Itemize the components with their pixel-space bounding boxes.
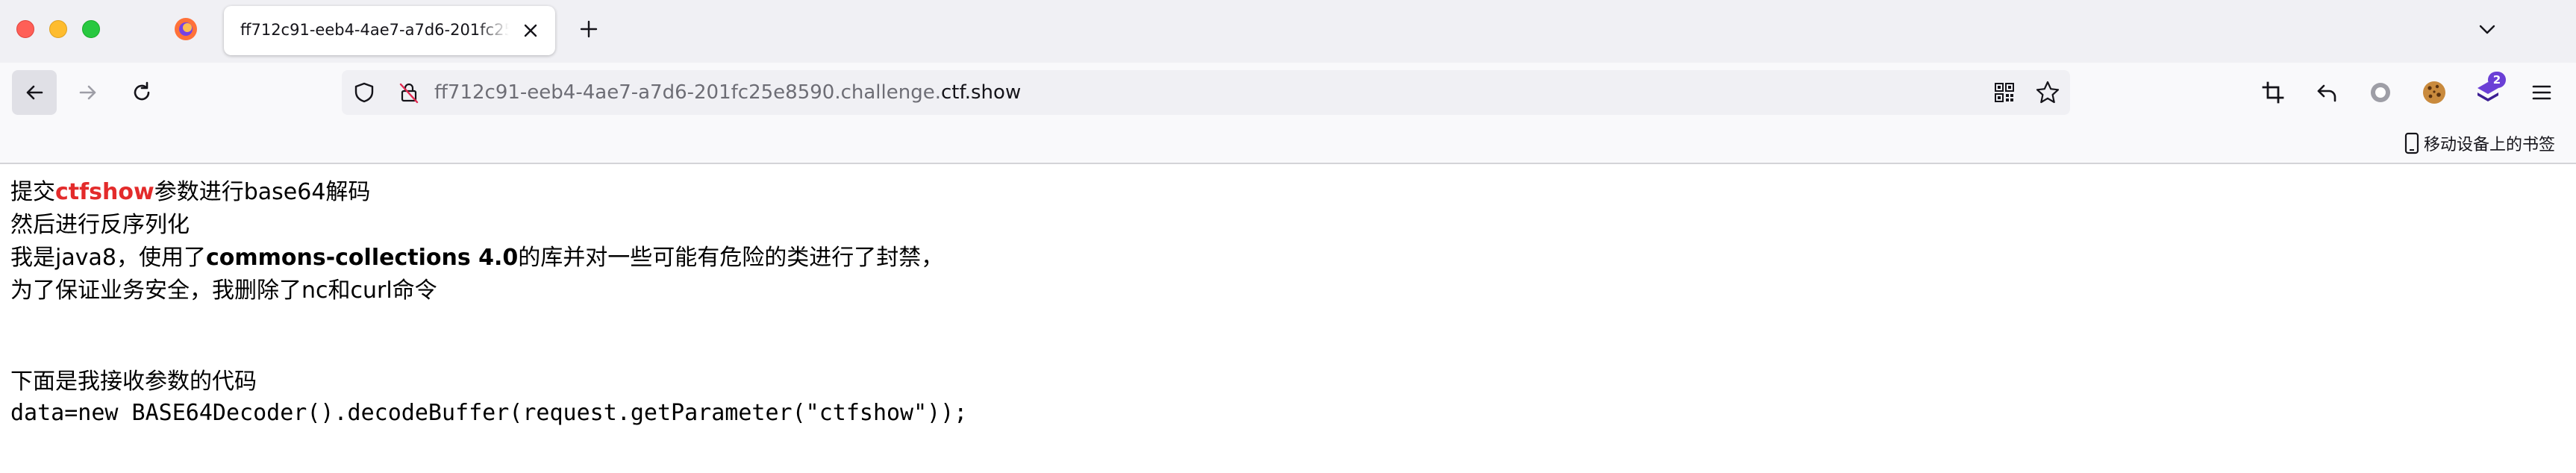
forward-button[interactable] [66,70,110,115]
star-icon[interactable] [2034,79,2061,106]
url-domain: ctf.show [941,81,1022,104]
address-bar[interactable]: ff712c91-eeb4-4ae7-a7d6-201fc25e8590.cha… [342,70,2070,115]
instruction-line-1: 提交ctfshow参数进行base64解码 [10,178,370,207]
undo-icon [2317,84,2336,102]
close-icon[interactable] [521,21,540,40]
crop-icon [2262,81,2284,104]
code-snippet: data=new BASE64Decoder().decodeBuffer(re… [10,400,968,426]
hamburger-menu-icon [2532,85,2551,100]
instruction-line-4: 为了保证业务安全，我删除了nc和curl命令 [10,278,437,304]
app-menu-button[interactable] [2527,78,2557,107]
undo-button[interactable] [2312,78,2342,107]
mobile-device-icon [2404,132,2419,154]
active-tab[interactable]: ff712c91-eeb4-4ae7-a7d6-201fc25e8590.cha… [224,6,555,55]
parameter-name-highlight: ctfshow [55,179,154,205]
url-subdomain: ff712c91-eeb4-4ae7-a7d6-201fc25e8590.cha… [434,81,941,104]
page-content: 提交ctfshow参数进行base64解码 然后进行反序列化 我是java8，使… [0,166,2576,473]
bookmarks-toolbar: 移动设备上的书签 [0,122,2576,164]
code-intro-line: 下面是我接收参数的代码 [10,369,257,395]
navigation-toolbar: ff712c91-eeb4-4ae7-a7d6-201fc25e8590.cha… [0,63,2576,122]
extension-badge: 2 [2488,72,2506,88]
firefox-icon [175,18,197,40]
line1-prefix: 提交 [10,179,55,205]
reload-button[interactable] [119,70,164,115]
arrow-left-icon [26,85,43,100]
screenshot-button[interactable] [2258,78,2288,107]
tab-strip: ff712c91-eeb4-4ae7-a7d6-201fc25e8590.cha… [0,0,2576,63]
arrow-right-icon [79,85,96,100]
minimize-window-icon[interactable] [49,20,67,38]
circle-icon [2371,83,2390,102]
chevron-down-icon[interactable] [2476,18,2498,40]
insecure-lock-icon[interactable] [397,81,421,104]
cookie-extension-button[interactable] [2419,78,2449,107]
shield-icon[interactable] [352,81,376,104]
record-extension-button[interactable] [2366,78,2395,107]
qr-code-icon[interactable] [1992,81,2016,104]
close-window-icon[interactable] [16,20,34,38]
back-button[interactable] [12,70,57,115]
mobile-bookmarks-label: 移动设备上的书签 [2424,136,2556,154]
line3-suffix: 的库并对一些可能有危险的类进行了封禁， [518,245,944,271]
instruction-line-3: 我是java8，使用了commons-collections 4.0的库并对一些… [10,243,943,273]
cookie-icon [2423,81,2445,104]
plus-icon[interactable] [576,16,601,42]
mobile-bookmarks-folder[interactable]: 移动设备上的书签 [2404,131,2555,155]
url-text[interactable]: ff712c91-eeb4-4ae7-a7d6-201fc25e8590.cha… [434,81,1021,104]
reload-icon [134,81,150,101]
zoom-window-icon[interactable] [82,20,100,38]
instruction-line-2: 然后进行反序列化 [10,212,190,238]
library-name: commons-collections 4.0 [205,245,519,271]
tab-title: ff712c91-eeb4-4ae7-a7d6-201fc25e8590.cha… [240,21,509,39]
line3-prefix: 我是java8，使用了 [10,245,206,271]
line1-suffix: 参数进行base64解码 [154,179,371,205]
